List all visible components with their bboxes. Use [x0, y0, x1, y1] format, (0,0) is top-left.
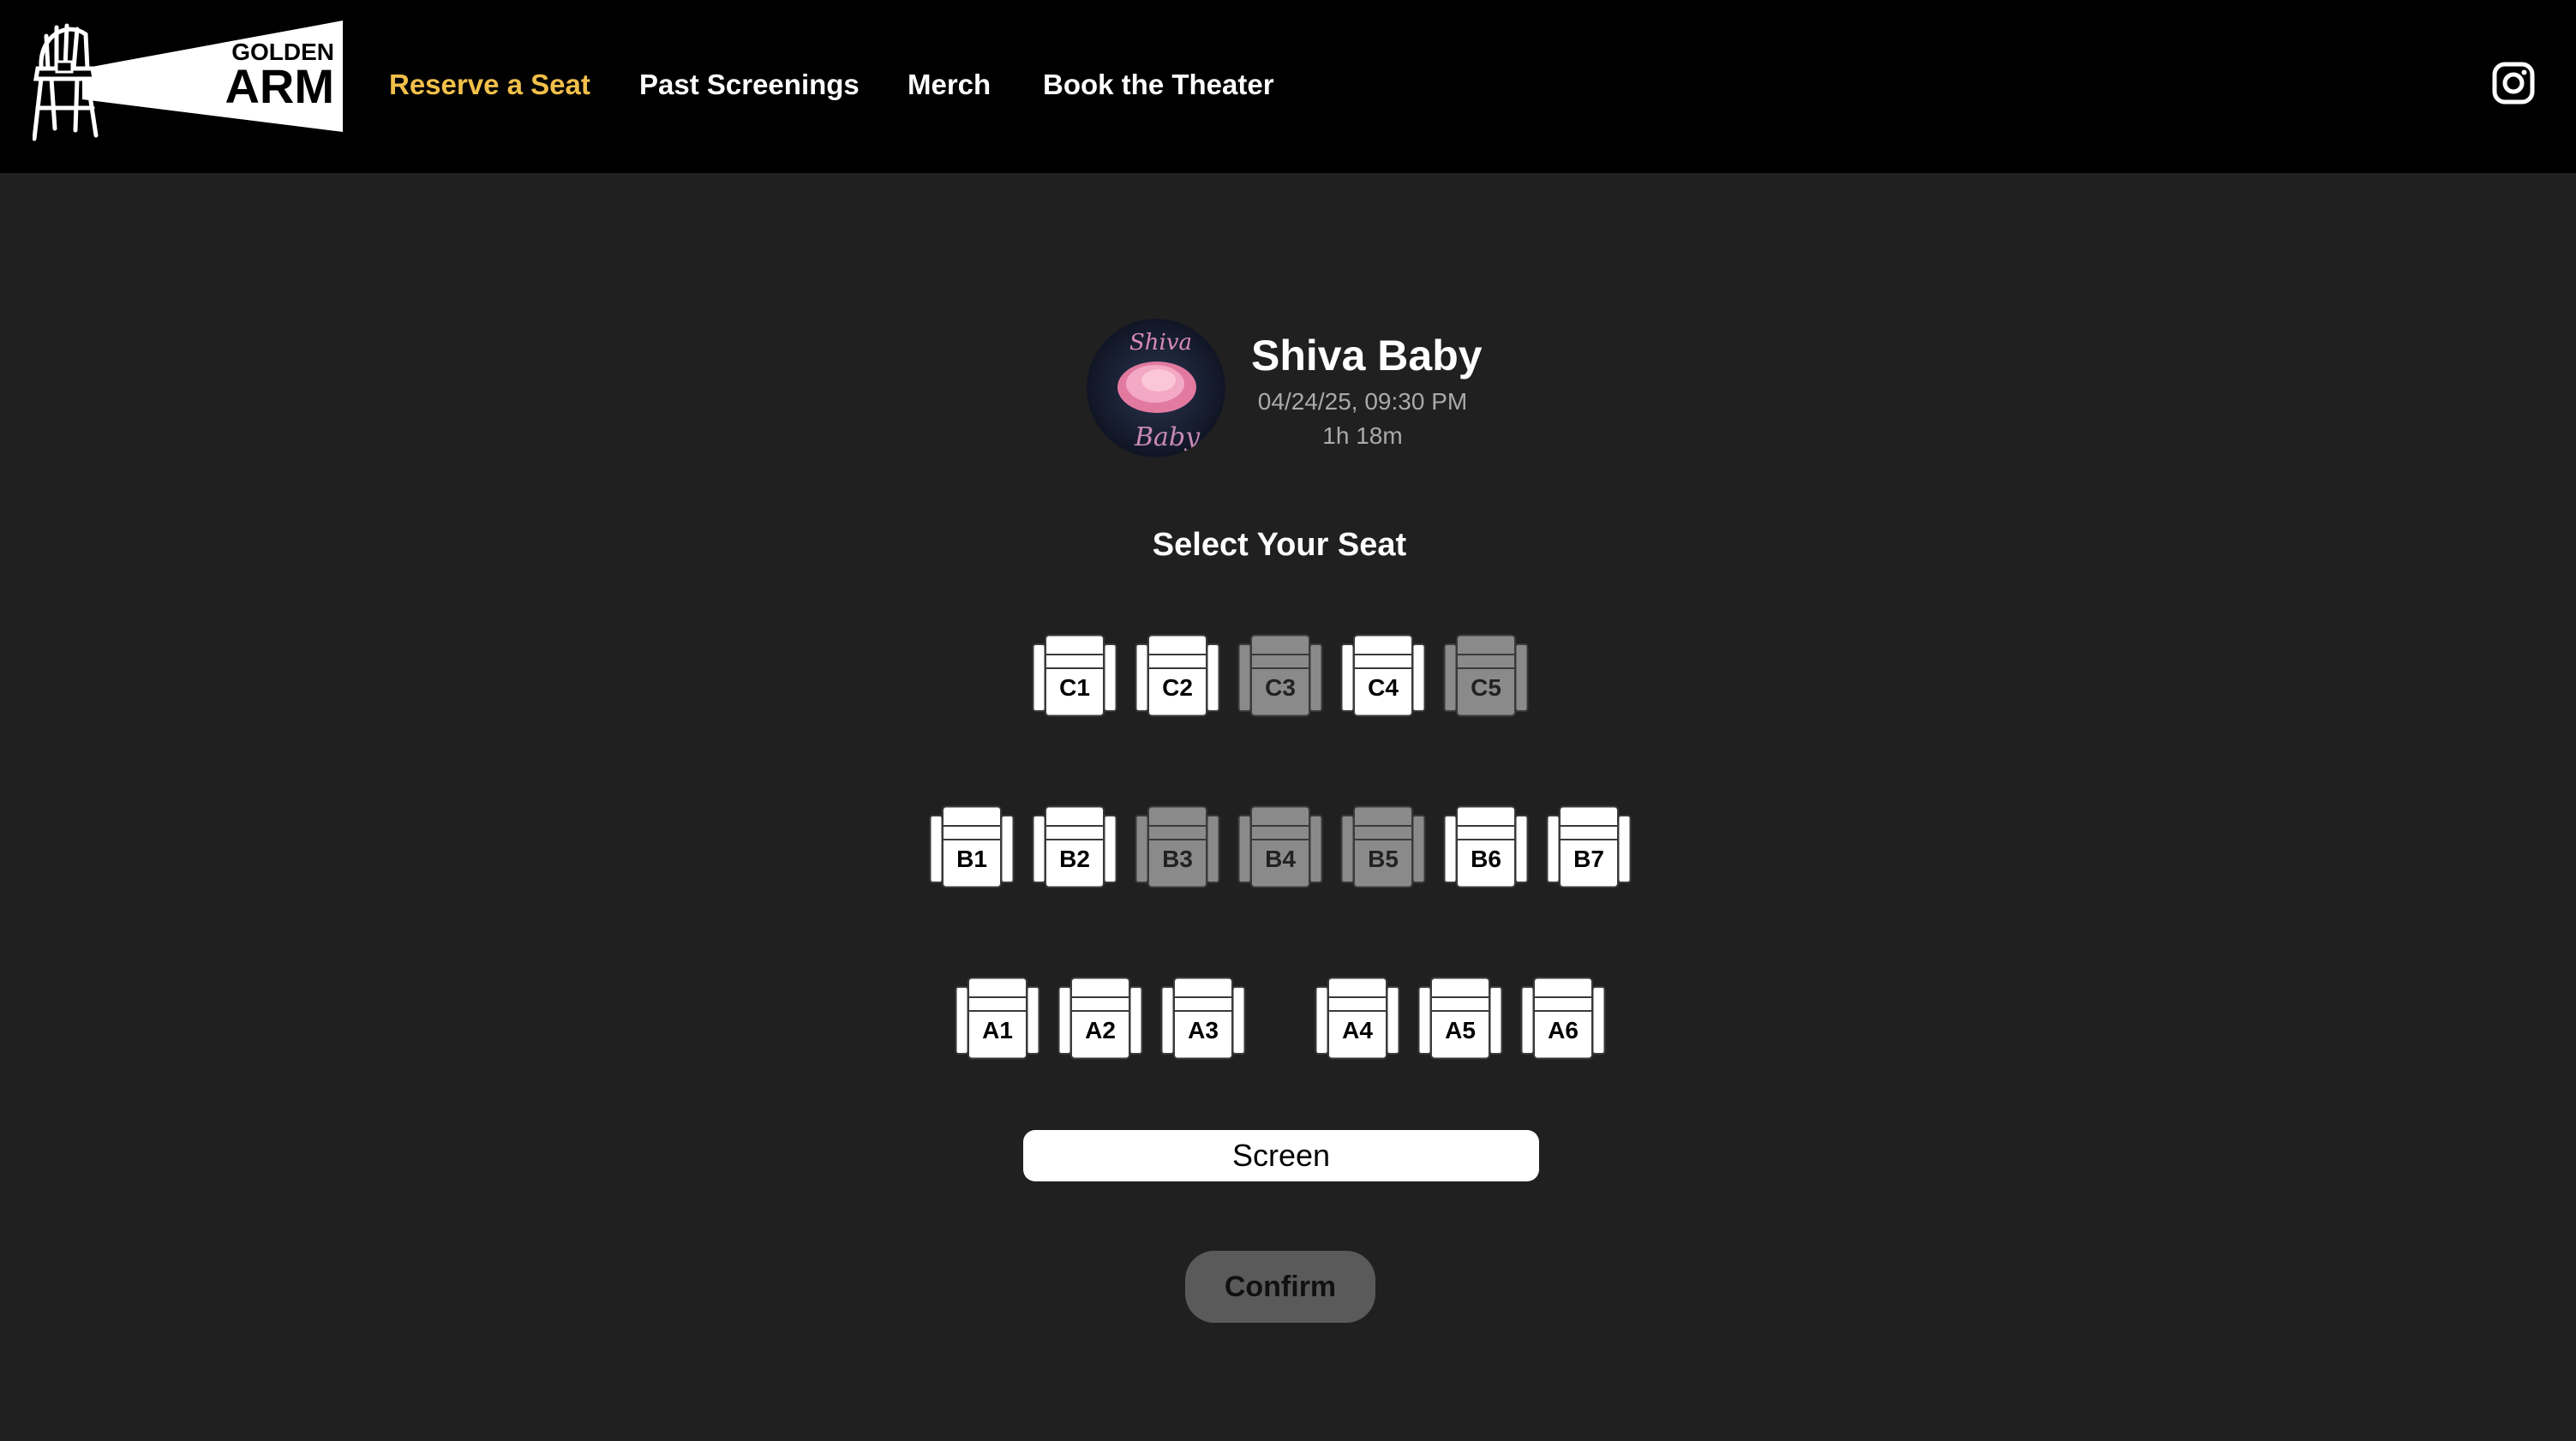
movie-title: Shiva Baby: [1251, 332, 1483, 380]
seat-c1[interactable]: C1: [1032, 634, 1117, 718]
golden-arm-logo[interactable]: GOLDEN ARM: [32, 19, 346, 144]
seat-b6[interactable]: B6: [1443, 805, 1529, 889]
nav-merch[interactable]: Merch: [908, 65, 991, 105]
nav-book-the-theater[interactable]: Book the Theater: [1043, 65, 1274, 105]
seat-c2[interactable]: C2: [1135, 634, 1220, 718]
poster-title-top: Shiva: [1129, 330, 1192, 356]
seat-b3[interactable]: B3: [1135, 805, 1220, 889]
seat-c5[interactable]: C5: [1443, 634, 1529, 718]
confirm-button[interactable]: Confirm: [1185, 1251, 1375, 1323]
seat-b4[interactable]: B4: [1237, 805, 1323, 889]
seat-b5[interactable]: B5: [1340, 805, 1426, 889]
seat-c3[interactable]: C3: [1237, 634, 1323, 718]
seat-a2[interactable]: A2: [1057, 977, 1143, 1061]
seat-a5[interactable]: A5: [1417, 977, 1503, 1061]
movie-poster: Shiva Baby: [1087, 319, 1225, 457]
nav-past-screenings[interactable]: Past Screenings: [639, 65, 860, 105]
logo-line2: ARM: [225, 59, 334, 113]
movie-runtime: 1h 18m: [1322, 422, 1403, 449]
instagram-icon[interactable]: [2492, 62, 2535, 105]
seat-a1[interactable]: A1: [955, 977, 1040, 1061]
site-header: GOLDEN ARM Reserve a Seat Past Screening…: [0, 0, 2576, 173]
seat-a3[interactable]: A3: [1160, 977, 1246, 1061]
seat-a6[interactable]: A6: [1520, 977, 1606, 1061]
seat-a4[interactable]: A4: [1315, 977, 1400, 1061]
poster-title-bottom: Baby: [1134, 422, 1201, 452]
nav-reserve-a-seat[interactable]: Reserve a Seat: [389, 65, 590, 105]
seat-b2[interactable]: B2: [1032, 805, 1117, 889]
seat-c4[interactable]: C4: [1340, 634, 1426, 718]
movie-datetime: 04/24/25, 09:30 PM: [1257, 388, 1468, 415]
seat-b1[interactable]: B1: [929, 805, 1015, 889]
screen-indicator: Screen: [1023, 1130, 1539, 1181]
seat-b7[interactable]: B7: [1546, 805, 1632, 889]
select-seat-heading: Select Your Seat: [1152, 527, 1407, 563]
